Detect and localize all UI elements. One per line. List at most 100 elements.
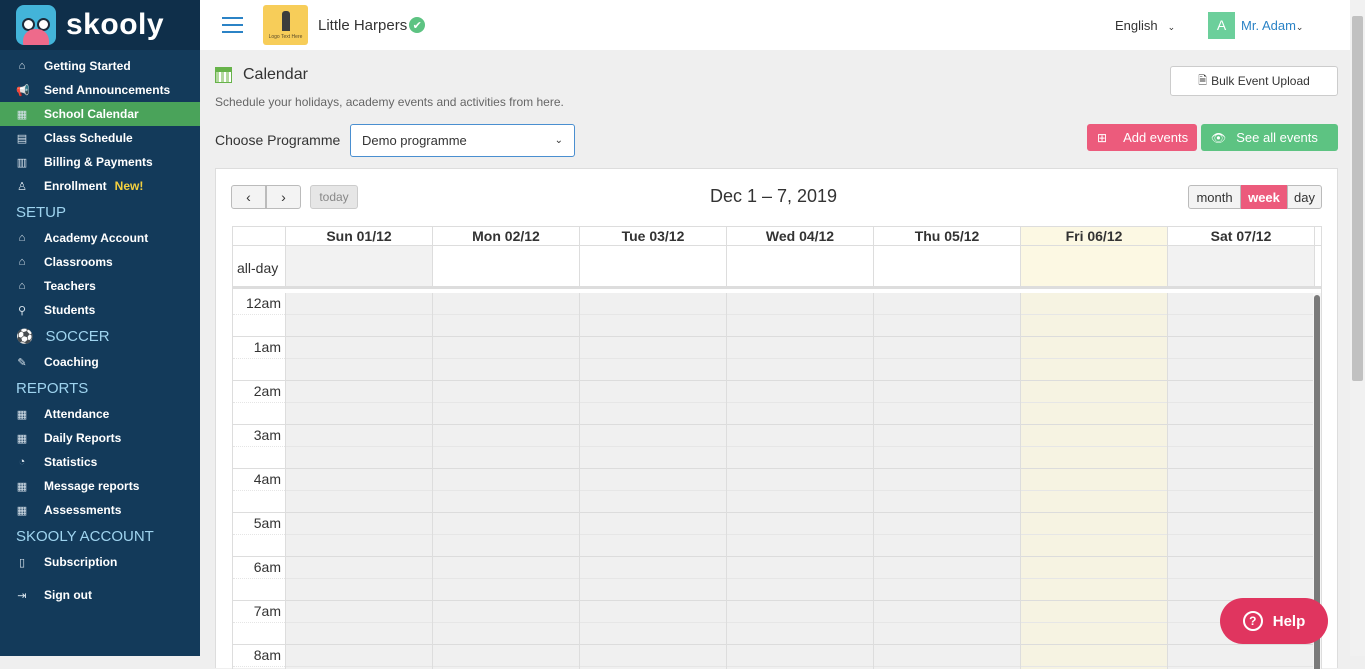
calendar-card: ‹ › today Dec 1 – 7, 2019 month week day… — [215, 168, 1338, 669]
all-day-cell[interactable] — [727, 246, 874, 286]
billing-icon: ▥ — [16, 156, 28, 169]
view-month-button[interactable]: month — [1188, 185, 1241, 209]
all-day-cell[interactable] — [580, 246, 727, 286]
academy-icon: ⌂ — [18, 232, 26, 244]
day-header[interactable]: Mon 02/12 — [433, 227, 580, 245]
see-all-events-button[interactable]: 👁 See all events — [1201, 124, 1338, 151]
sidebar-item-label: School Calendar — [44, 107, 139, 121]
sidebar-item-label: Assessments — [44, 503, 122, 517]
programme-value: Demo programme — [362, 133, 467, 148]
language-value: English — [1115, 17, 1158, 33]
sidebar-item-send-announcements[interactable]: 📢 Send Announcements — [0, 78, 200, 102]
sidebar-item-teachers[interactable]: ⌂ Teachers — [0, 274, 200, 298]
day-column[interactable] — [1021, 293, 1168, 669]
sidebar-item-assessments[interactable]: ▦ Assessments — [0, 498, 200, 522]
time-grid: 12am 1am 2am 3am 4am 5am 6am 7am 8am — [233, 293, 1321, 669]
day-header[interactable]: Fri 06/12 — [1021, 227, 1168, 245]
menu-toggle-icon[interactable] — [222, 17, 243, 33]
statistics-icon: ◔ — [18, 456, 26, 468]
day-column[interactable] — [580, 293, 727, 669]
sidebar-item-label: Daily Reports — [44, 431, 122, 445]
page-header: Calendar — [215, 66, 308, 84]
coaching-icon: ✎ — [17, 356, 27, 369]
soccer-ball-icon: ⚽ — [16, 327, 34, 344]
sidebar-item-coaching[interactable]: ✎ Coaching — [0, 350, 200, 374]
bulk-event-upload-button[interactable]: 🗎 Bulk Event Upload — [1170, 66, 1338, 96]
school-logo: Logo Text Here — [263, 5, 308, 45]
sidebar-item-label: Statistics — [44, 455, 98, 469]
language-selector[interactable]: English ⌄ — [1115, 18, 1175, 33]
all-day-label: all-day — [233, 246, 286, 286]
sidebar-item-label: Coaching — [44, 355, 99, 369]
time-slot-label: 12am — [233, 293, 286, 337]
programme-select[interactable]: Demo programme ⌄ — [350, 124, 575, 157]
sidebar-item-enrollment[interactable]: ♙ Enrollment New! — [0, 174, 200, 198]
time-slot-label: 7am — [233, 601, 286, 645]
sidebar-item-getting-started[interactable]: ⌂ Getting Started — [0, 54, 200, 78]
plus-square-icon: ⊞ — [1097, 130, 1108, 145]
all-day-cell[interactable] — [1168, 246, 1315, 286]
day-header[interactable]: Sun 01/12 — [286, 227, 433, 245]
sidebar-item-class-schedule[interactable]: ▤ Class Schedule — [0, 126, 200, 150]
day-header-row: Sun 01/12 Mon 02/12 Tue 03/12 Wed 04/12 Thu … — [233, 227, 1321, 246]
day-header[interactable]: Thu 05/12 — [874, 227, 1021, 245]
sidebar-item-daily-reports[interactable]: ▦ Daily Reports — [0, 426, 200, 450]
avatar[interactable]: A — [1208, 11, 1235, 39]
chevron-down-icon: ⌄ — [554, 135, 563, 146]
sidebar-item-label: Send Announcements — [44, 83, 171, 97]
verified-check-icon: ✔ — [409, 17, 426, 33]
hour-label: 4am — [253, 471, 281, 487]
enroll-icon: ♙ — [17, 180, 27, 193]
sidebar-item-message-reports[interactable]: ▦ Message reports — [0, 474, 200, 498]
sidebar-item-label: Subscription — [44, 555, 118, 569]
day-column[interactable] — [727, 293, 874, 669]
day-column[interactable] — [286, 293, 433, 669]
all-day-cell[interactable] — [1021, 246, 1168, 286]
sidebar-item-billing-payments[interactable]: ▥ Billing & Payments — [0, 150, 200, 174]
sidebar-section-title: SETUP — [16, 203, 67, 221]
help-button[interactable]: ? Help — [1220, 598, 1328, 644]
user-menu[interactable]: Mr. Adam⌄ — [1241, 18, 1303, 33]
brand-logo[interactable]: skooly — [0, 0, 200, 50]
sidebar-item-label: Classrooms — [44, 255, 113, 269]
sidebar-item-classrooms[interactable]: ⌂ Classrooms — [0, 250, 200, 274]
hour-label: 12am — [245, 295, 281, 311]
sidebar-item-students[interactable]: ⚲ Students — [0, 298, 200, 322]
question-icon: ? — [1242, 611, 1263, 631]
sidebar-item-subscription[interactable]: ▯ Subscription — [0, 550, 200, 574]
hour-label: 2am — [253, 383, 281, 399]
sidebar-item-label: Academy Account — [44, 231, 149, 245]
school-logo-text: Logo Text Here — [268, 33, 303, 40]
sidebar-section-soccer: ⚽ SOCCER — [0, 322, 200, 350]
sidebar-item-label: Teachers — [44, 279, 96, 293]
megaphone-icon: 📢 — [16, 84, 30, 97]
view-week-button[interactable]: week — [1241, 185, 1287, 209]
sidebar-item-school-calendar[interactable]: ▦ School Calendar — [0, 102, 200, 126]
sidebar-item-attendance[interactable]: ▦ Attendance — [0, 402, 200, 426]
time-slot-label: 8am — [233, 645, 286, 669]
owl-logo-icon — [16, 5, 56, 45]
day-header[interactable]: Sat 07/12 — [1168, 227, 1315, 245]
day-column[interactable] — [874, 293, 1021, 669]
message-reports-icon: ▦ — [16, 480, 28, 493]
sidebar-item-sign-out[interactable]: ⇥ Sign out — [0, 583, 200, 607]
page-subtitle: Schedule your holidays, academy events a… — [215, 95, 564, 109]
day-header[interactable]: Wed 04/12 — [727, 227, 874, 245]
view-day-button[interactable]: day — [1287, 185, 1322, 209]
day-header[interactable]: Tue 03/12 — [580, 227, 727, 245]
sidebar-section-setup: SETUP — [0, 198, 200, 226]
hour-label: 8am — [253, 647, 281, 663]
hour-label: 5am — [253, 515, 281, 531]
sidebar-item-academy-account[interactable]: ⌂ Academy Account — [0, 226, 200, 250]
all-day-cell[interactable] — [286, 246, 433, 286]
hour-label: 3am — [253, 427, 281, 443]
hour-label: 1am — [253, 339, 281, 355]
sidebar-item-statistics[interactable]: ◔ Statistics — [0, 450, 200, 474]
help-label: Help — [1272, 612, 1306, 630]
add-events-button[interactable]: ⊞ Add events — [1087, 124, 1197, 151]
day-column[interactable] — [433, 293, 580, 669]
page-title: Calendar — [243, 66, 308, 83]
page-scrollbar[interactable] — [1350, 0, 1365, 656]
all-day-cell[interactable] — [874, 246, 1021, 286]
all-day-cell[interactable] — [433, 246, 580, 286]
